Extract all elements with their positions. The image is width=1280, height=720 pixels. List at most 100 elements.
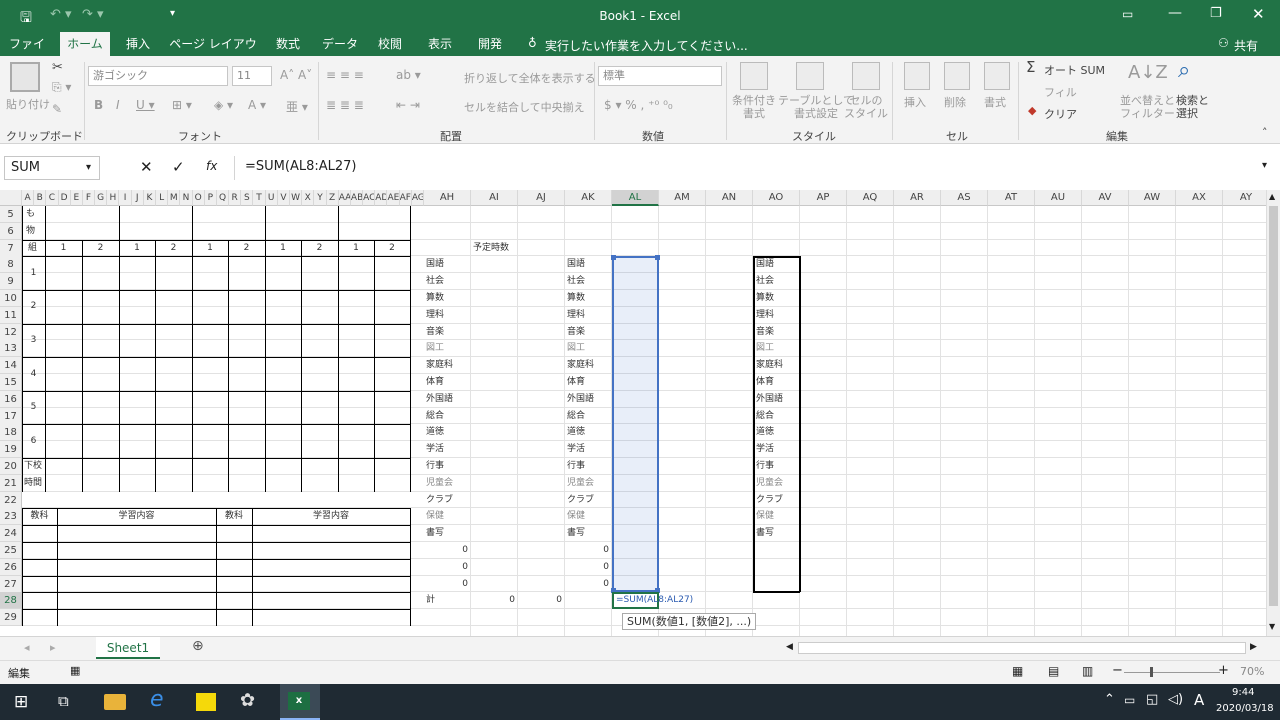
column-header[interactable]: J	[131, 190, 144, 206]
undo-icon[interactable]: ↶ ▾	[50, 7, 72, 22]
row-header[interactable]: 13	[0, 340, 22, 358]
zoom-out-icon[interactable]: −	[1112, 663, 1123, 678]
sort-filter-button[interactable]: 並べ替えと フィルター	[1120, 94, 1175, 120]
row-header[interactable]: 21	[0, 474, 22, 492]
font-color-icon[interactable]: A ▾	[248, 98, 266, 112]
row-header[interactable]: 23	[0, 508, 22, 526]
border-icon[interactable]: ⊞ ▾	[172, 98, 192, 112]
close-button[interactable]: ✕	[1252, 5, 1265, 23]
column-header[interactable]: G	[95, 190, 108, 206]
tab-data[interactable]: データ	[318, 32, 362, 56]
sheet-tab-sheet1[interactable]: Sheet1	[96, 637, 160, 659]
column-header[interactable]: AA	[338, 190, 351, 206]
row-header[interactable]: 17	[0, 407, 22, 425]
vertical-align-icons[interactable]: ≡ ≡ ≡	[326, 68, 364, 82]
tab-developer[interactable]: 開発	[468, 32, 512, 56]
column-header[interactable]: U	[265, 190, 278, 206]
column-header[interactable]: AJ	[518, 190, 565, 206]
maximize-button[interactable]: ❐	[1210, 6, 1222, 21]
column-header[interactable]: C	[46, 190, 59, 206]
column-header[interactable]: H	[107, 190, 120, 206]
tab-view[interactable]: 表示	[418, 32, 462, 56]
horizontal-align-icons[interactable]: ≣ ≣ ≣	[326, 98, 364, 112]
sticky-notes-icon[interactable]	[196, 693, 216, 711]
save-icon[interactable]: 🖫	[20, 7, 32, 31]
row-header[interactable]: 11	[0, 306, 22, 324]
column-header[interactable]: AF	[399, 190, 412, 206]
active-cell-editor[interactable]: =SUM(AL8:AL27)	[612, 592, 693, 610]
insert-cells-button[interactable]: 挿入	[904, 94, 926, 110]
ime-indicator[interactable]: A	[1194, 691, 1204, 709]
row-header[interactable]: 24	[0, 525, 22, 543]
ribbon-display-icon[interactable]: ▭	[1122, 7, 1133, 21]
function-tooltip[interactable]: SUM(数値1, [数値2], ...)	[622, 613, 757, 631]
row-header[interactable]: 19	[0, 441, 22, 459]
column-header[interactable]: AO	[753, 190, 800, 206]
copy-icon[interactable]: ⎘ ▾	[52, 80, 71, 95]
column-header[interactable]: D	[58, 190, 71, 206]
zoom-level[interactable]: 70%	[1240, 665, 1264, 678]
column-header[interactable]: N	[180, 190, 193, 206]
clock-date[interactable]: 2020/03/18	[1216, 703, 1274, 714]
column-header[interactable]: AR	[894, 190, 941, 206]
scroll-down-icon[interactable]: ▼	[1269, 622, 1275, 631]
column-header[interactable]: AH	[424, 190, 471, 206]
expand-formula-icon[interactable]: ▾	[1262, 160, 1267, 171]
format-cells-button[interactable]: 書式	[984, 94, 1006, 110]
worksheet-grid[interactable]: A B C D E F G H I J K L M N O P Q R S T U V W X Y Z AA AB AC AD AE AF AG…	[0, 190, 1266, 636]
range-handle[interactable]	[611, 255, 616, 261]
select-all-corner[interactable]	[0, 190, 22, 206]
row-header[interactable]: 6	[0, 222, 22, 240]
column-header[interactable]: AS	[941, 190, 988, 206]
tab-file[interactable]: ファイル	[4, 32, 50, 75]
column-header[interactable]: AM	[659, 190, 706, 206]
formula-input[interactable]: =SUM(AL8:AL27)	[234, 156, 1274, 180]
volume-icon[interactable]: ◁)	[1168, 692, 1183, 707]
column-header[interactable]: S	[241, 190, 254, 206]
sort-filter-icon[interactable]: A↓Z	[1128, 62, 1168, 83]
delete-cells-icon[interactable]	[944, 62, 970, 90]
page-break-view-icon[interactable]: ▥	[1082, 664, 1093, 678]
scroll-up-icon[interactable]: ▲	[1269, 192, 1275, 201]
row-header[interactable]: 9	[0, 273, 22, 291]
column-header[interactable]: F	[82, 190, 96, 206]
clipboard-icon[interactable]	[10, 62, 40, 92]
font-size-select[interactable]: 11	[232, 66, 272, 86]
table-format-icon[interactable]	[796, 62, 824, 90]
collapse-ribbon-icon[interactable]: ˄	[1262, 126, 1268, 139]
column-header[interactable]: AB	[350, 190, 364, 206]
column-header[interactable]: AD	[375, 190, 388, 206]
search-icon[interactable]: ⌕	[1178, 58, 1190, 83]
enter-icon[interactable]: ✓	[172, 158, 185, 176]
column-header[interactable]: AV	[1082, 190, 1129, 206]
edge-browser-icon[interactable]: e	[150, 687, 164, 712]
add-sheet-icon[interactable]: ⊕	[192, 638, 204, 654]
scroll-thumb[interactable]	[1269, 206, 1278, 606]
column-header[interactable]: I	[119, 190, 132, 206]
cell-style-button[interactable]: セルの スタイル	[844, 94, 888, 120]
column-header[interactable]: AU	[1035, 190, 1082, 206]
paste-button[interactable]: 貼り付け	[6, 96, 50, 112]
font-name-select[interactable]: 游ゴシック	[88, 66, 228, 86]
column-header[interactable]: AN	[706, 190, 753, 206]
column-header[interactable]: M	[168, 190, 181, 206]
row-header[interactable]: 10	[0, 290, 22, 307]
table-format-button[interactable]: テーブルとして 書式設定	[778, 94, 854, 120]
column-header[interactable]: AK	[565, 190, 612, 206]
minimize-button[interactable]: —	[1168, 5, 1182, 21]
orientation-icon[interactable]: ab ▾	[396, 68, 421, 82]
indent-icons[interactable]: ⇤ ⇥	[396, 98, 420, 112]
row-header[interactable]: 5	[0, 206, 22, 223]
column-header[interactable]: AQ	[847, 190, 894, 206]
range-handle[interactable]	[655, 255, 660, 261]
column-header[interactable]: V	[277, 190, 290, 206]
cut-icon[interactable]: ✂	[52, 60, 63, 75]
insert-cells-icon[interactable]	[904, 62, 930, 90]
column-header[interactable]: AE	[387, 190, 400, 206]
row-header[interactable]: 15	[0, 374, 22, 391]
row-header[interactable]: 29	[0, 609, 22, 627]
row-header[interactable]: 16	[0, 390, 22, 408]
column-header[interactable]: AX	[1176, 190, 1223, 206]
column-header[interactable]: R	[229, 190, 242, 206]
page-layout-view-icon[interactable]: ▤	[1048, 664, 1059, 678]
